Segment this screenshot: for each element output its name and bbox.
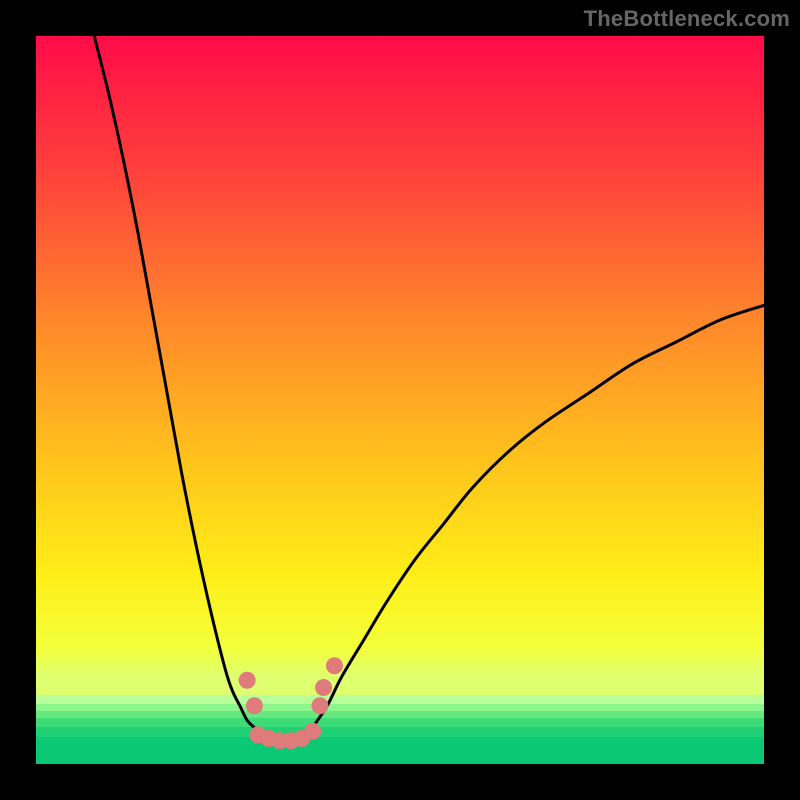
- right-marker-1: [311, 697, 328, 714]
- left-marker-2: [246, 697, 263, 714]
- marker-layer: [36, 36, 764, 764]
- right-marker-2: [315, 679, 332, 696]
- right-marker-3: [326, 657, 343, 674]
- chart-stage: TheBottleneck.com: [0, 0, 800, 800]
- left-marker-1: [239, 672, 256, 689]
- watermark-text: TheBottleneck.com: [584, 6, 790, 32]
- plot-frame: [36, 36, 764, 764]
- plot-area: [36, 36, 764, 764]
- valley-6: [304, 723, 321, 740]
